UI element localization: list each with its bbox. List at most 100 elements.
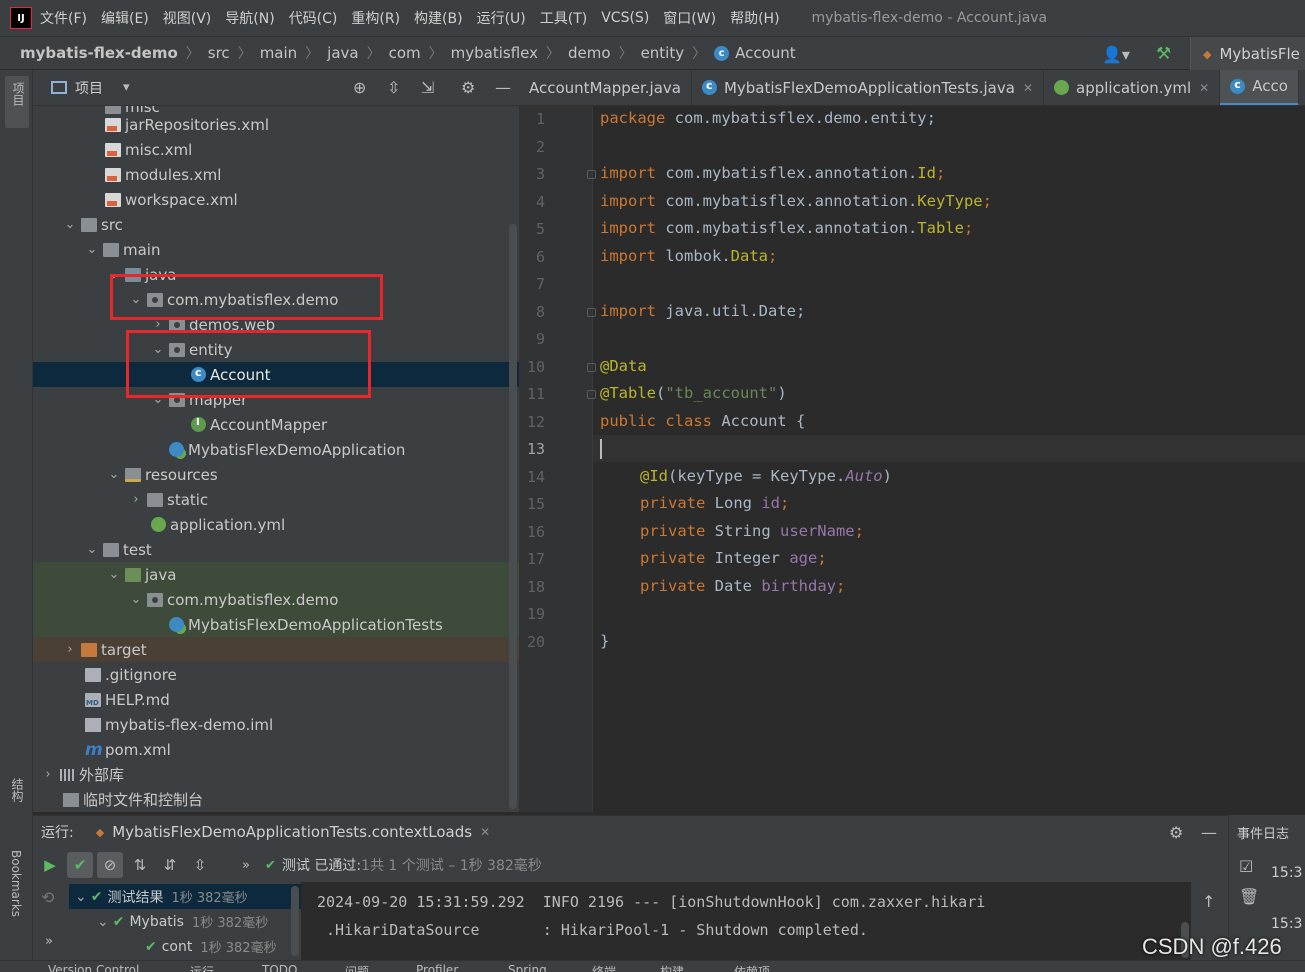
project-panel-title[interactable]: 项目 xyxy=(75,78,103,98)
fold-marker-icon[interactable] xyxy=(587,170,596,179)
expand-all-icon[interactable]: ⇳ xyxy=(187,852,213,878)
status-version-control[interactable]: Version Control xyxy=(48,963,139,972)
menu-edit[interactable]: 编辑(E) xyxy=(101,8,149,28)
fold-marker-icon[interactable] xyxy=(587,308,596,317)
tree-row[interactable]: mybatis-flex-demo.iml xyxy=(33,712,519,737)
expand-all-icon[interactable]: ⇳ xyxy=(387,78,400,97)
run-config-selector[interactable]: ◆ MybatisFle xyxy=(1190,37,1305,71)
test-result-row[interactable]: ⌄ ✔ Mybatis 1秒 382毫秒 xyxy=(69,909,301,934)
minimize-icon[interactable]: — xyxy=(495,78,511,97)
status-dependencies[interactable]: 依赖项 xyxy=(734,963,770,972)
chevron-right-icon[interactable]: › xyxy=(63,642,77,657)
chevron-right-icon[interactable]: › xyxy=(41,767,55,782)
fold-marker-icon[interactable] xyxy=(587,390,596,399)
menu-run[interactable]: 运行(U) xyxy=(477,8,526,28)
tree-row[interactable]: ⌄ java xyxy=(33,562,519,587)
gear-icon[interactable]: ⚙ xyxy=(1169,823,1183,842)
tree-row[interactable]: MybatisFlexDemoApplicationTests xyxy=(33,612,519,637)
menu-tools[interactable]: 工具(T) xyxy=(540,8,587,28)
show-ignored-icon[interactable]: ⊘ xyxy=(97,852,123,878)
mark-read-icon[interactable]: ☑ xyxy=(1239,857,1253,876)
console-output[interactable]: 2024-09-20 15:31:59.292 INFO 2196 --- [i… xyxy=(301,882,1191,960)
breadcrumb-demo[interactable]: demo xyxy=(568,44,611,62)
status-build[interactable]: 构建 xyxy=(660,963,684,972)
minimize-icon[interactable]: — xyxy=(1201,823,1217,842)
gear-icon[interactable]: ⚙ xyxy=(461,78,475,97)
close-icon[interactable]: ✕ xyxy=(1023,81,1033,95)
tree-row[interactable]: modules.xml xyxy=(33,162,519,187)
tree-row[interactable]: › 外部库 xyxy=(33,762,519,787)
menu-code[interactable]: 代码(C) xyxy=(289,8,338,28)
tree-row[interactable]: ⌄ main xyxy=(33,237,519,262)
menu-navigate[interactable]: 导航(N) xyxy=(225,8,274,28)
breadcrumb-src[interactable]: src xyxy=(208,44,230,62)
tree-row[interactable]: application.yml xyxy=(33,512,519,537)
locate-icon[interactable]: ⊕ xyxy=(353,78,366,97)
chevron-down-icon[interactable]: ⌄ xyxy=(107,467,121,482)
status-problems[interactable]: 问题 xyxy=(345,963,369,972)
menu-vcs[interactable]: VCS(S) xyxy=(601,10,649,26)
status-terminal[interactable]: 终端 xyxy=(592,963,616,972)
trash-icon[interactable]: 🗑 xyxy=(1239,887,1259,906)
menu-view[interactable]: 视图(V) xyxy=(163,8,212,28)
breadcrumb-entity[interactable]: entity xyxy=(641,44,685,62)
tree-row[interactable]: ⌄ test xyxy=(33,537,519,562)
breadcrumb-main[interactable]: main xyxy=(260,44,297,62)
tree-row[interactable]: AccountMapper xyxy=(33,412,519,437)
menu-file[interactable]: 文件(F) xyxy=(40,8,87,28)
hammer-icon[interactable]: ⚒ xyxy=(1156,37,1171,71)
tab-accountmapper[interactable]: AccountMapper.java xyxy=(519,70,692,105)
menu-refactor[interactable]: 重构(R) xyxy=(351,8,400,28)
close-icon[interactable]: ✕ xyxy=(480,825,490,839)
status-run[interactable]: 运行 xyxy=(190,963,214,972)
tree-row[interactable]: ⌄ com.mybatisflex.demo xyxy=(33,587,519,612)
chevron-down-icon[interactable]: ⌄ xyxy=(129,592,143,607)
tree-row[interactable]: ⌄ resources xyxy=(33,462,519,487)
chevron-down-icon[interactable]: ⌄ xyxy=(85,242,99,257)
bookmarks-tool-button[interactable]: Bookmarks xyxy=(9,850,23,917)
collapse-all-icon[interactable]: ⇲ xyxy=(421,78,434,97)
status-spring[interactable]: Spring xyxy=(508,963,547,972)
tab-application-yml[interactable]: application.yml ✕ xyxy=(1044,70,1221,105)
tree-row[interactable]: ⌄ src xyxy=(33,212,519,237)
tree-row[interactable]: › static xyxy=(33,487,519,512)
sort-duration-icon[interactable]: ⇵ xyxy=(157,852,183,878)
chevron-down-icon[interactable]: ⌄ xyxy=(63,217,77,232)
breadcrumb-mybatisflex[interactable]: mybatisflex xyxy=(451,44,538,62)
user-icon[interactable]: 👤▾ xyxy=(1102,37,1130,71)
tree-row[interactable]: misc.xml xyxy=(33,137,519,162)
chevron-down-icon[interactable]: ⌄ xyxy=(85,542,99,557)
scroll-up-icon[interactable]: ↑ xyxy=(1202,892,1215,911)
menu-help[interactable]: 帮助(H) xyxy=(730,8,779,28)
menu-build[interactable]: 构建(B) xyxy=(414,8,463,28)
more-icon[interactable]: » xyxy=(45,934,53,949)
tree-row[interactable]: .gitignore xyxy=(33,662,519,687)
menu-window[interactable]: 窗口(W) xyxy=(663,8,716,28)
test-result-row[interactable]: ✔ cont 1秒 382毫秒 xyxy=(69,934,301,959)
breadcrumb-com[interactable]: com xyxy=(389,44,421,62)
close-icon[interactable]: ✕ xyxy=(1199,81,1209,95)
project-tool-button[interactable]: 项目 xyxy=(5,76,29,128)
run-tab-label[interactable]: MybatisFlexDemoApplicationTests.contextL… xyxy=(112,823,472,841)
tree-row[interactable]: HELP.md xyxy=(33,687,519,712)
sort-alpha-icon[interactable]: ⇅ xyxy=(127,852,153,878)
rerun-icon[interactable]: ▶ xyxy=(37,852,63,878)
tree-row[interactable]: pom.xml xyxy=(33,737,519,762)
structure-tool-button[interactable]: 结构 xyxy=(9,778,26,802)
tree-scrollbar[interactable] xyxy=(509,224,517,809)
run-tree-scrollbar[interactable] xyxy=(291,886,299,956)
tab-tests[interactable]: MybatisFlexDemoApplicationTests.java ✕ xyxy=(692,70,1044,105)
tree-row[interactable]: 临时文件和控制台 xyxy=(33,787,519,812)
tree-row[interactable]: jarRepositories.xml xyxy=(33,112,519,137)
tree-row[interactable]: workspace.xml xyxy=(33,187,519,212)
breadcrumb-project[interactable]: mybatis-flex-demo xyxy=(20,44,178,62)
tab-account[interactable]: Acco xyxy=(1220,70,1299,105)
status-todo[interactable]: TODO xyxy=(262,963,297,972)
code-editor[interactable]: 1 2 3 4 5 6 7 8 9 10 11 12 13 14 15 16 1… xyxy=(519,106,1305,812)
fold-marker-icon[interactable] xyxy=(587,363,596,372)
history-icon[interactable]: ⟲ xyxy=(41,888,54,907)
breadcrumb-java[interactable]: java xyxy=(327,44,358,62)
chevron-right-icon[interactable]: › xyxy=(129,492,143,507)
more-icon[interactable]: » xyxy=(233,852,259,878)
tree-row[interactable]: › target xyxy=(33,637,519,662)
